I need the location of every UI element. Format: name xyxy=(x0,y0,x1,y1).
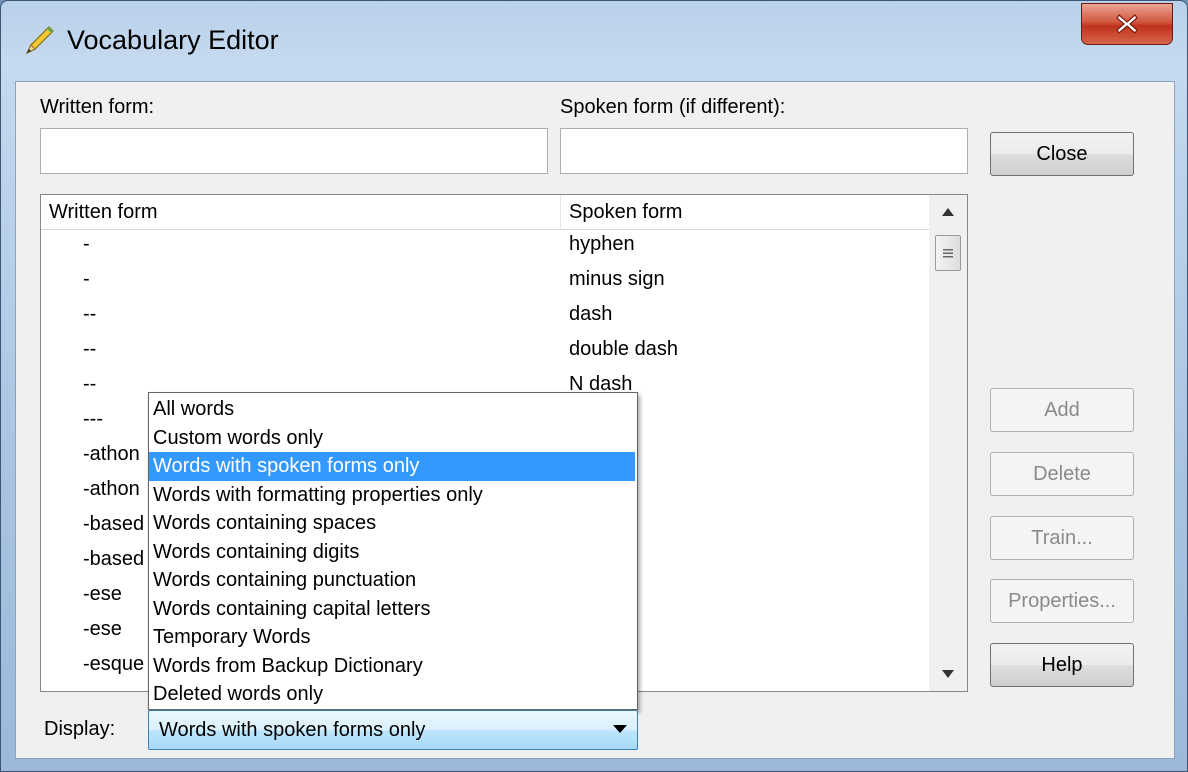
list-header: Written form Spoken form xyxy=(41,195,929,230)
column-header-written-form[interactable]: Written form xyxy=(41,195,561,229)
delete-button[interactable]: Delete xyxy=(990,452,1134,496)
row-written: -based xyxy=(83,513,145,535)
close-button[interactable]: Close xyxy=(990,132,1134,176)
vertical-scrollbar[interactable] xyxy=(929,195,967,691)
spoken-form-label: Spoken form (if different): xyxy=(560,96,786,118)
written-form-input[interactable] xyxy=(40,128,548,174)
row-written: -based xyxy=(83,548,145,570)
arrow-down-icon xyxy=(942,670,954,678)
row-written: -- xyxy=(83,338,97,360)
display-dropdown-list: All words Custom words only Words with s… xyxy=(148,392,638,710)
dropdown-option[interactable]: Words containing punctuation xyxy=(149,566,635,595)
row-written: -- xyxy=(83,303,97,325)
close-icon xyxy=(1116,14,1138,34)
list-item[interactable]: -- double dash xyxy=(41,334,929,369)
row-written: -- xyxy=(83,373,97,395)
dropdown-option[interactable]: Words with formatting properties only xyxy=(149,481,635,510)
scroll-up-button[interactable] xyxy=(929,195,967,229)
dropdown-option[interactable]: Words containing digits xyxy=(149,538,635,567)
help-button[interactable]: Help xyxy=(990,643,1134,687)
scroll-down-button[interactable] xyxy=(929,657,967,691)
dropdown-option[interactable]: Words containing spaces xyxy=(149,509,635,538)
row-written: -athon xyxy=(83,443,140,465)
dialog-client-area: Written form: Spoken form (if different)… xyxy=(15,81,1175,759)
dropdown-option[interactable]: Custom words only xyxy=(149,424,635,453)
pencil-icon xyxy=(25,26,54,55)
row-written: - xyxy=(83,233,90,255)
column-header-spoken-form[interactable]: Spoken form xyxy=(561,195,929,229)
arrow-up-icon xyxy=(942,208,954,216)
row-written: --- xyxy=(83,408,103,430)
row-spoken: double dash xyxy=(569,338,678,360)
spoken-form-input[interactable] xyxy=(560,128,968,174)
chevron-down-icon xyxy=(613,725,627,733)
add-button[interactable]: Add xyxy=(990,388,1134,432)
dropdown-option[interactable]: Words containing capital letters xyxy=(149,595,635,624)
dropdown-option[interactable]: Temporary Words xyxy=(149,623,635,652)
display-combobox-value: Words with spoken forms only xyxy=(159,719,426,741)
row-written: -ese xyxy=(83,583,122,605)
title-bar[interactable]: Vocabulary Editor xyxy=(1,1,1187,81)
vocabulary-editor-window: Vocabulary Editor Written form: Spoken f… xyxy=(0,0,1188,772)
train-button[interactable]: Train... xyxy=(990,516,1134,560)
window-title: Vocabulary Editor xyxy=(67,25,279,55)
grip-icon xyxy=(943,249,953,258)
row-spoken: minus sign xyxy=(569,268,665,290)
list-item[interactable]: - hyphen xyxy=(41,229,929,264)
row-spoken: dash xyxy=(569,303,613,325)
row-written: -ese xyxy=(83,618,122,640)
window-close-button[interactable] xyxy=(1081,3,1173,45)
display-combobox[interactable]: Words with spoken forms only xyxy=(148,710,638,750)
scroll-thumb[interactable] xyxy=(935,235,961,271)
dropdown-option[interactable]: All words xyxy=(149,395,635,424)
properties-button[interactable]: Properties... xyxy=(990,579,1134,623)
dropdown-option[interactable]: Words from Backup Dictionary xyxy=(149,652,635,681)
written-form-label: Written form: xyxy=(40,96,155,118)
list-item[interactable]: - minus sign xyxy=(41,264,929,299)
display-label: Display: xyxy=(44,718,116,740)
row-written: -athon xyxy=(83,478,140,500)
dropdown-option[interactable]: Deleted words only xyxy=(149,680,635,709)
row-written: - xyxy=(83,268,90,290)
dropdown-option-selected[interactable]: Words with spoken forms only xyxy=(149,452,635,481)
list-item[interactable]: -- dash xyxy=(41,299,929,334)
row-written: -esque xyxy=(83,653,145,675)
row-spoken: hyphen xyxy=(569,233,635,255)
